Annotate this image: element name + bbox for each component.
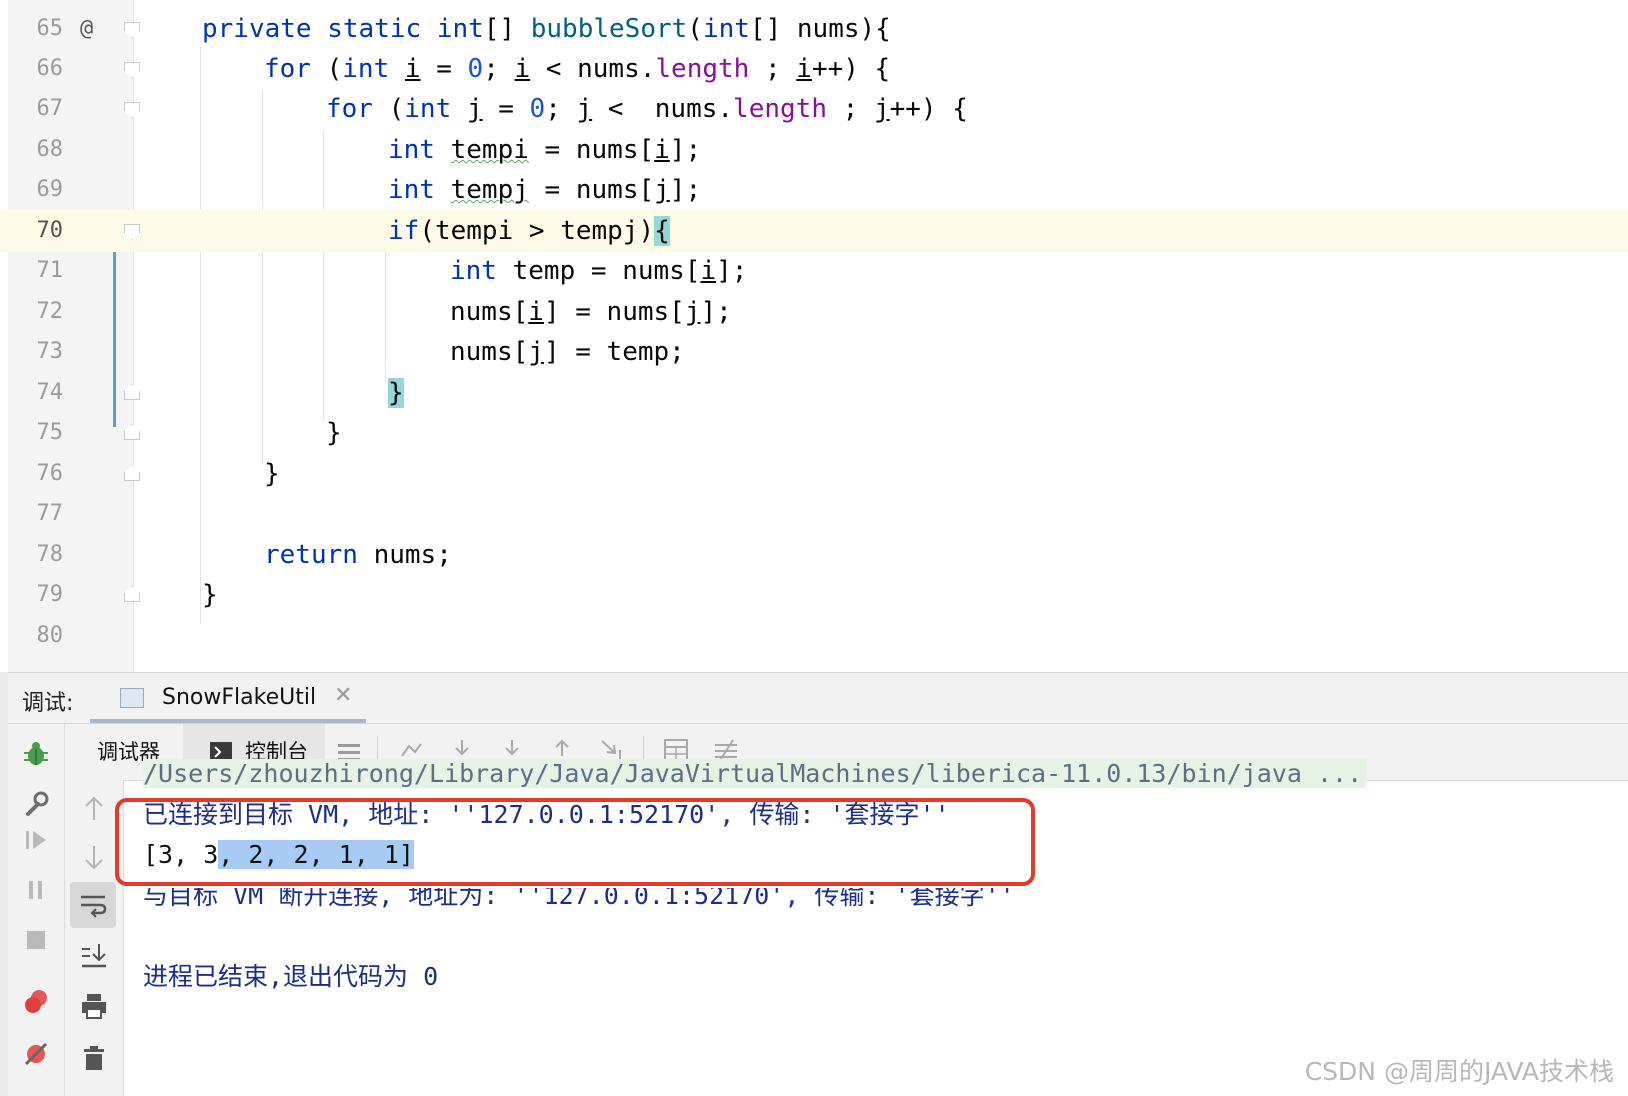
- code-text: }: [202, 580, 218, 610]
- debug-tool-window-header: 调试: SnowFlakeUtil ✕: [8, 672, 1628, 724]
- line-number: 69: [36, 177, 64, 202]
- soft-wrap-button[interactable]: [70, 882, 116, 928]
- console-exit-line: 进程已结束,退出代码为 0: [143, 962, 439, 991]
- matched-brace: }: [388, 378, 404, 408]
- fold-open-icon[interactable]: [124, 224, 140, 240]
- code-line: 65 @ private static int[] bubbleSort(int…: [0, 8, 1628, 50]
- close-icon[interactable]: ✕: [334, 683, 352, 708]
- code-text: int temp = nums[i];: [450, 256, 748, 286]
- line-number: 73: [36, 339, 64, 364]
- code-text: }: [326, 418, 342, 448]
- code-line: 77: [0, 493, 1628, 535]
- fold-close-icon[interactable]: [124, 424, 140, 440]
- code-text: return nums;: [264, 540, 452, 570]
- line-number: 68: [36, 137, 64, 162]
- line-number: 74: [36, 380, 64, 405]
- line-number: 75: [36, 420, 64, 445]
- debug-session-tab[interactable]: SnowFlakeUtil ✕: [90, 673, 366, 725]
- mute-breakpoints-icon[interactable]: [22, 1038, 50, 1066]
- code-line: 80: [0, 615, 1628, 657]
- matched-brace: {: [654, 216, 670, 246]
- fold-close-icon[interactable]: [124, 465, 140, 481]
- code-text: if(tempi > tempj){: [388, 216, 670, 246]
- code-line: 74 }: [0, 372, 1628, 414]
- code-line-current: 70 if(tempi > tempj){: [0, 210, 1628, 252]
- code-line: 68 int tempi = nums[i];: [0, 129, 1628, 171]
- code-text: private static int[] bubbleSort(int[] nu…: [202, 14, 891, 44]
- line-number: 72: [36, 299, 64, 324]
- code-text: }: [264, 459, 280, 489]
- debug-session-tab-label: SnowFlakeUtil: [162, 685, 317, 710]
- code-line: 69 int tempj = nums[j];: [0, 169, 1628, 211]
- code-line: 76 }: [0, 453, 1628, 495]
- override-annotation-icon[interactable]: @: [80, 8, 93, 50]
- trash-icon[interactable]: [80, 1044, 108, 1072]
- line-number: 77: [36, 501, 64, 526]
- stop-icon[interactable]: [22, 926, 50, 954]
- line-number: 78: [36, 542, 64, 567]
- down-arrow-icon[interactable]: [81, 844, 107, 872]
- fold-open-icon[interactable]: [124, 102, 140, 118]
- print-icon[interactable]: [80, 992, 108, 1020]
- line-number: 70: [36, 218, 64, 243]
- breakpoints-icon[interactable]: [22, 988, 50, 1016]
- up-arrow-icon[interactable]: [81, 794, 107, 822]
- code-line: 78 return nums;: [0, 534, 1628, 576]
- code-line: 71 int temp = nums[i];: [0, 250, 1628, 292]
- code-text: int tempj = nums[j];: [388, 175, 702, 205]
- code-line: 79 }: [0, 574, 1628, 616]
- code-text: for (int j = 0; j < nums.length ; j++) {: [326, 94, 968, 124]
- debug-label: 调试:: [22, 691, 74, 716]
- code-line: 67 for (int j = 0; j < nums.length ; j++…: [0, 88, 1628, 130]
- wrench-icon[interactable]: [22, 790, 50, 818]
- code-editor[interactable]: 65 @ private static int[] bubbleSort(int…: [0, 0, 1628, 672]
- watermark: CSDN @周周的JAVA技术栈: [1304, 1057, 1614, 1086]
- soft-wrap-icon: [81, 895, 107, 918]
- fold-close-icon[interactable]: [124, 586, 140, 602]
- console-command-line: /Users/zhouzhirong/Library/Java/JavaVirt…: [143, 754, 1367, 794]
- code-text: int tempi = nums[i];: [388, 135, 702, 165]
- code-line: 72 nums[i] = nums[j];: [0, 291, 1628, 333]
- fold-open-icon[interactable]: [124, 62, 140, 78]
- run-config-icon: [120, 688, 144, 708]
- highlight-annotation-box: [115, 798, 1035, 886]
- line-number: 79: [36, 582, 64, 607]
- line-number: 66: [36, 56, 64, 81]
- active-tab-indicator: [90, 719, 366, 723]
- scroll-to-end-icon[interactable]: [80, 942, 108, 970]
- code-text: nums[j] = temp;: [450, 337, 685, 367]
- code-line: 66 for (int i = 0; i < nums.length ; i++…: [0, 48, 1628, 90]
- code-line: 73 nums[j] = temp;: [0, 331, 1628, 373]
- code-line: 75 }: [0, 412, 1628, 454]
- resume-icon[interactable]: [22, 826, 50, 854]
- bug-icon[interactable]: [22, 740, 50, 768]
- line-number: 80: [36, 623, 64, 648]
- fold-close-icon[interactable]: [124, 384, 140, 400]
- code-text: for (int i = 0; i < nums.length ; i++) {: [264, 54, 891, 84]
- fold-open-icon[interactable]: [124, 22, 140, 38]
- pause-icon[interactable]: [22, 876, 50, 904]
- line-number: 76: [36, 461, 64, 486]
- debug-actions-strip: [8, 724, 65, 1096]
- line-number: 71: [36, 258, 64, 283]
- code-text: nums[i] = nums[j];: [450, 297, 732, 327]
- line-number: 65: [36, 16, 64, 41]
- code-text: }: [388, 372, 404, 414]
- line-number: 67: [36, 96, 64, 121]
